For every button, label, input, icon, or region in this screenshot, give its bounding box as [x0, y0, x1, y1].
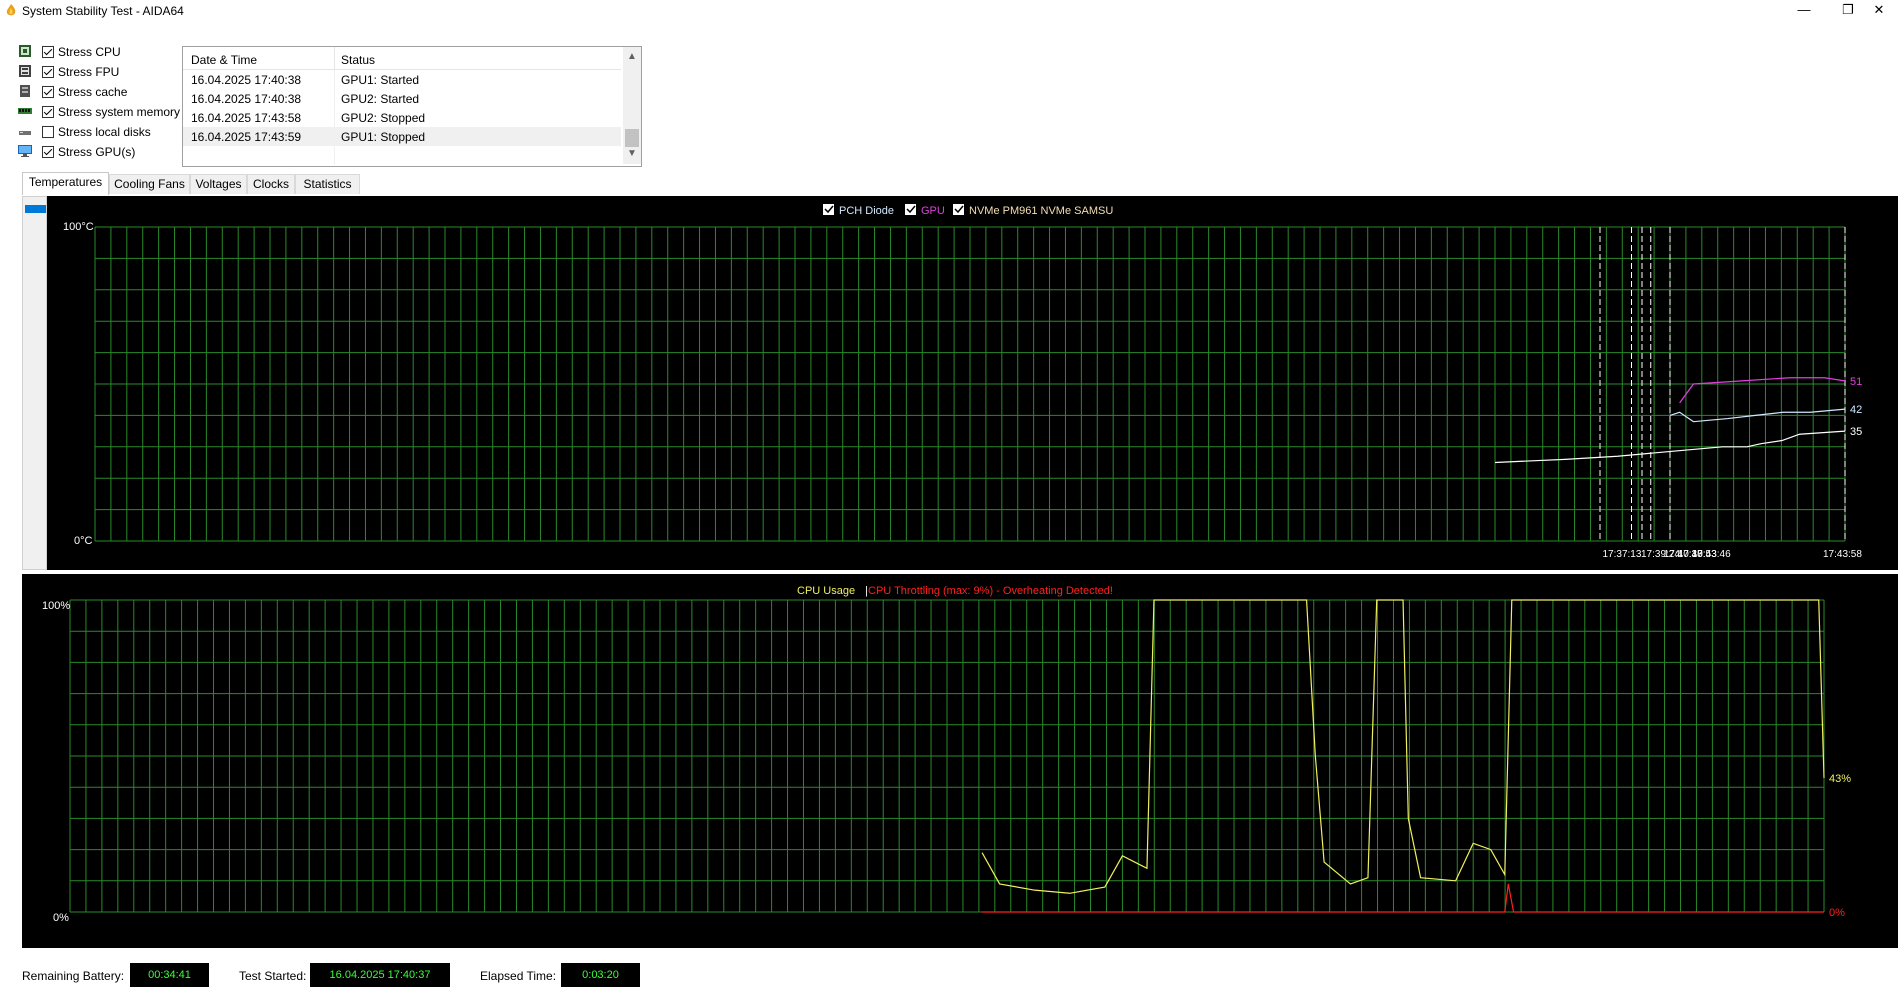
elapsed-time-label: Elapsed Time:	[480, 969, 557, 983]
stress-cpu-checkbox[interactable]	[42, 46, 54, 58]
memory-module-icon	[18, 108, 32, 114]
cpu-usage-title: CPU Usage	[797, 585, 855, 597]
series-end-value-label: 51	[1850, 376, 1862, 388]
log-status: GPU1: Started	[341, 73, 420, 87]
cpu-chip-icon	[19, 45, 31, 57]
series-end-value-label: 42	[1850, 404, 1862, 416]
temperature-grid	[94, 226, 1846, 542]
remaining-battery-label: Remaining Battery:	[22, 969, 125, 983]
stress-memory-checkbox[interactable]	[42, 106, 54, 118]
time-axis-label: 17:43:46	[1692, 549, 1731, 560]
stress-disks-label: Stress local disks	[58, 125, 151, 139]
event-log-table[interactable]: Date & Time Status 16.04.2025 17:40:38 GP…	[182, 46, 642, 167]
elapsed-time-value: 0:03:20	[561, 963, 640, 987]
series-end-value-label: 0%	[1829, 907, 1845, 919]
cpu-usage-chart: 100% 0% 43% 0% CPU Usage | CPU Throttling…	[22, 574, 1898, 948]
tab-temperatures[interactable]: Temperatures	[22, 172, 109, 195]
cpu-grid	[69, 599, 1825, 913]
log-rows: 16.04.2025 17:40:38 GPU1: Started 16.04.2…	[183, 70, 621, 146]
log-time: 16.04.2025 17:40:38	[191, 92, 302, 106]
series-end-value-label: 43%	[1829, 773, 1851, 785]
tab-voltages[interactable]: Voltages	[190, 174, 247, 194]
legend-nvme-label: NVMe PM961 NVMe SAMSU	[969, 205, 1113, 217]
cpu-end-labels: 43% 0%	[1829, 773, 1851, 919]
log-scrollbar[interactable]: ▲ ▼	[623, 47, 641, 164]
stress-cpu-option[interactable]: Stress CPU	[18, 44, 188, 62]
stress-cache-checkbox[interactable]	[42, 86, 54, 98]
fpu-chip-icon	[19, 65, 31, 77]
stress-cache-option[interactable]: Stress cache	[18, 84, 188, 102]
legend-gpu-label: GPU	[921, 205, 945, 217]
temperature-legend: PCH Diode GPU NVMe PM961 NVMe SAMSU	[823, 204, 1113, 217]
table-row[interactable]: 16.04.2025 17:43:58 GPU2: Stopped	[183, 108, 621, 127]
cpu-usage-chart-svg: 100% 0% 43%0% CPU Usage | CPU Throttling…	[42, 585, 1851, 924]
log-time: 16.04.2025 17:43:59	[191, 130, 302, 144]
cache-chip-icon	[20, 85, 30, 97]
log-header-divider	[334, 47, 335, 69]
temperature-chart: 100°C 0°C 17:37:13 17:39:24 17:40:38 17:40:…	[47, 196, 1898, 570]
test-started-value: 16.04.2025 17:40:37	[310, 963, 450, 987]
stress-fpu-label: Stress FPU	[58, 65, 120, 79]
stress-gpu-label: Stress GPU(s)	[58, 145, 136, 159]
time-axis-label: 17:43:58	[1823, 549, 1862, 560]
disk-drive-icon	[19, 131, 31, 135]
temp-y-bottom-label: 0°C	[74, 535, 93, 547]
cpu-series-line	[982, 883, 1824, 913]
cpu-y-top-label: 100%	[42, 600, 70, 612]
log-status: GPU2: Stopped	[341, 111, 426, 125]
stress-memory-option[interactable]: Stress system memory	[18, 104, 188, 122]
stress-fpu-option[interactable]: Stress FPU	[18, 64, 188, 82]
temperature-x-labels: 17:37:13 17:39:2417:40:3817:40:5317:43:46…	[1603, 549, 1863, 560]
log-header-row: Date & Time Status	[183, 47, 621, 70]
remaining-battery-value: 00:34:41	[130, 963, 209, 987]
stress-disks-option[interactable]: Stress local disks	[18, 124, 188, 142]
table-row[interactable]: 16.04.2025 17:40:38 GPU2: Started	[183, 89, 621, 108]
stress-disks-checkbox[interactable]	[42, 126, 54, 138]
stress-cache-label: Stress cache	[58, 85, 128, 99]
log-time: 16.04.2025 17:40:38	[191, 73, 302, 87]
time-axis-label: 17:37:13	[1603, 549, 1642, 560]
stress-gpu-checkbox[interactable]	[42, 146, 54, 158]
log-status: GPU1: Stopped	[341, 130, 426, 144]
scroll-up-icon[interactable]: ▲	[623, 49, 641, 65]
stress-gpu-option[interactable]: Stress GPU(s)	[18, 144, 188, 162]
temperature-series-line	[1679, 377, 1846, 404]
stress-cpu-label: Stress CPU	[58, 45, 121, 59]
close-button[interactable]: ✕	[1860, 0, 1898, 22]
tab-cooling-fans[interactable]: Cooling Fans	[109, 174, 190, 194]
scroll-down-icon[interactable]: ▼	[623, 146, 641, 162]
monitor-icon	[18, 145, 32, 157]
aida64-app-icon	[6, 4, 16, 16]
minimize-button[interactable]: —	[1782, 0, 1826, 22]
sensor-selector-panel[interactable]	[22, 196, 47, 570]
cpu-y-bottom-label: 0%	[53, 912, 69, 924]
tab-clocks[interactable]: Clocks	[247, 174, 295, 194]
log-header-datetime[interactable]: Date & Time	[191, 53, 257, 67]
legend-pch-label: PCH Diode	[839, 205, 894, 217]
log-header-status[interactable]: Status	[341, 53, 375, 67]
stress-memory-label: Stress system memory	[58, 105, 181, 119]
status-bar: Remaining Battery: 00:34:41 Test Started…	[0, 962, 1898, 992]
selected-sensor-indicator	[25, 205, 46, 213]
series-end-value-label: 35	[1850, 426, 1862, 438]
table-row[interactable]: 16.04.2025 17:43:59 GPU1: Stopped	[183, 127, 621, 146]
temperature-chart-svg: 100°C 0°C 17:37:13 17:39:2417:40:3817:40:…	[63, 204, 1863, 560]
temperature-end-labels: 51 42 35	[1850, 376, 1862, 438]
title-bar: System Stability Test - AIDA64 — ❐ ✕	[0, 0, 1898, 22]
cpu-throttling-title: CPU Throttling (max: 9%) - Overheating D…	[868, 585, 1113, 597]
test-started-label: Test Started:	[239, 969, 307, 983]
log-status: GPU2: Started	[341, 92, 420, 106]
table-row[interactable]: 16.04.2025 17:40:38 GPU1: Started	[183, 70, 621, 89]
window-title: System Stability Test - AIDA64	[22, 4, 184, 18]
stress-fpu-checkbox[interactable]	[42, 66, 54, 78]
temp-y-top-label: 100°C	[63, 221, 94, 233]
scrollbar-thumb[interactable]	[625, 129, 639, 147]
log-time: 16.04.2025 17:43:58	[191, 111, 302, 125]
tab-statistics[interactable]: Statistics	[295, 174, 360, 194]
